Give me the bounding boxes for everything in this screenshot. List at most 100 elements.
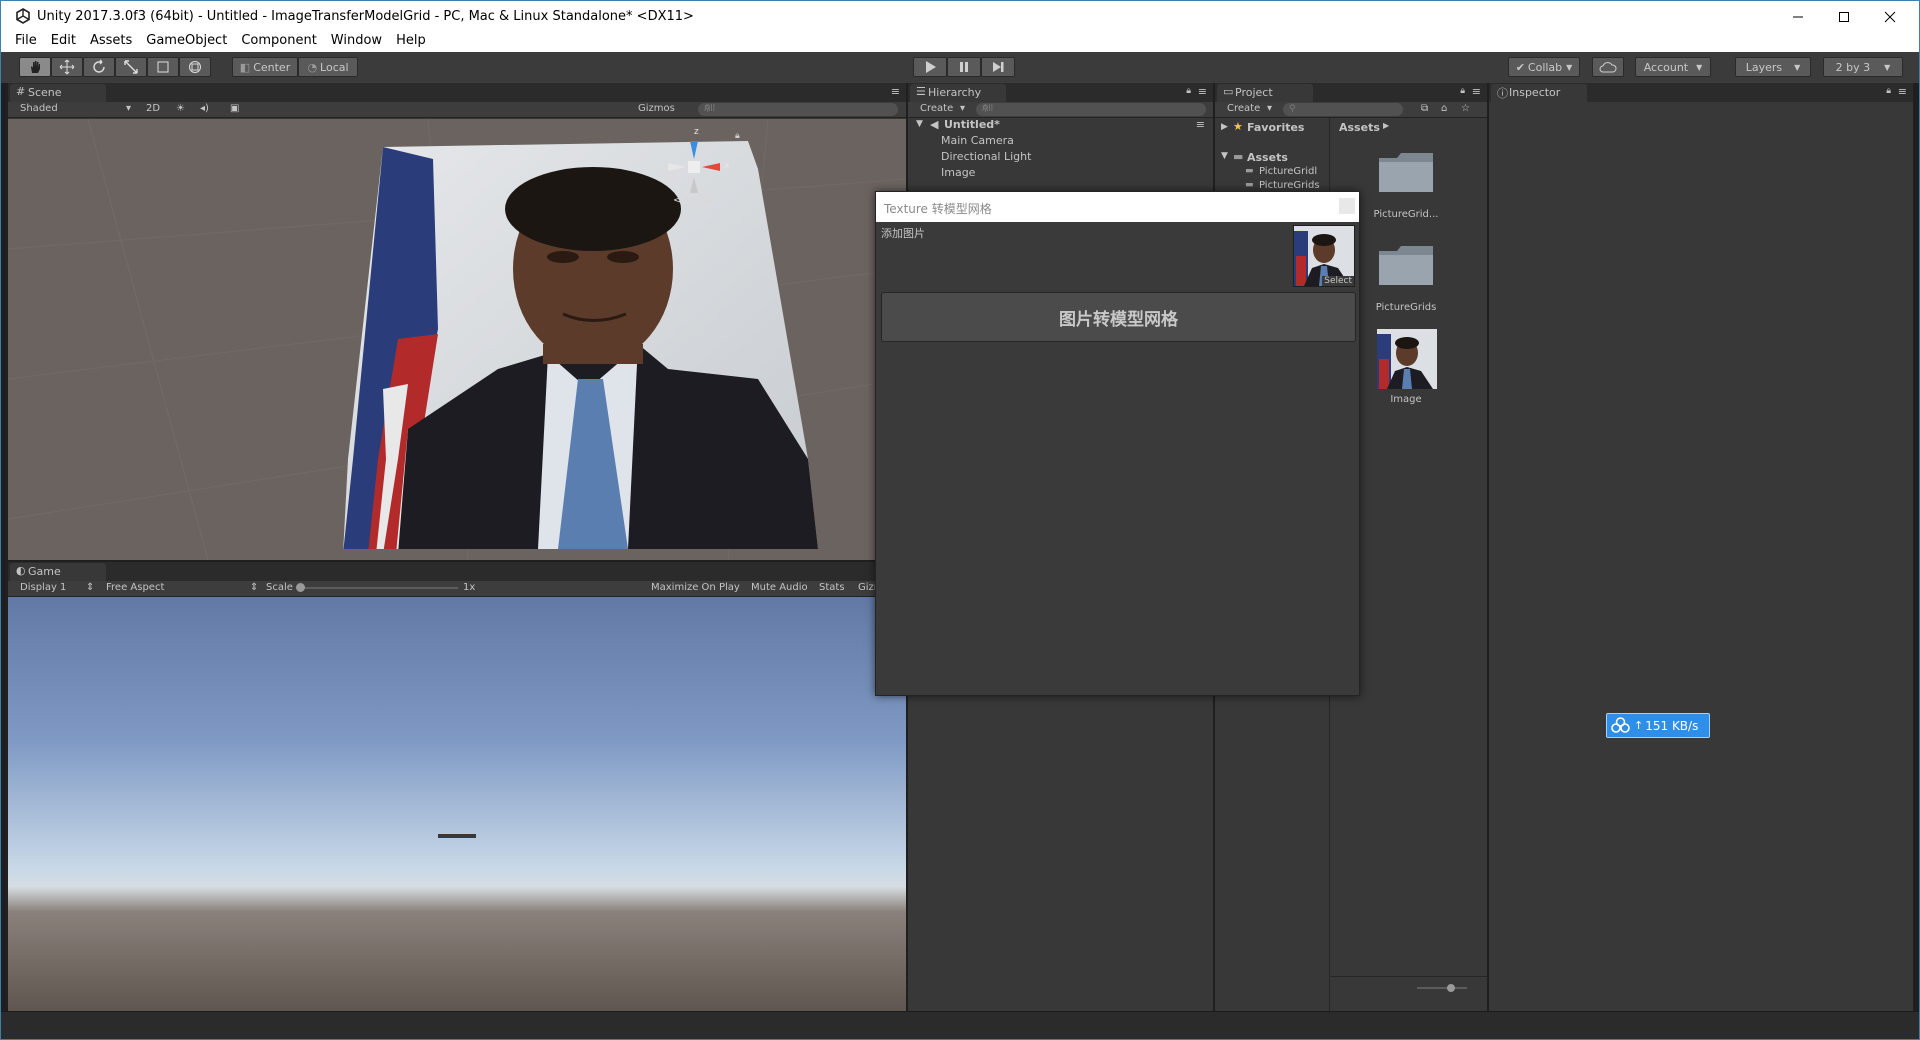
scale-slider-thumb[interactable] [296, 583, 305, 592]
tree-folder-item[interactable]: PictureGridl [1259, 166, 1317, 177]
tab-project[interactable]: ▭ Project [1217, 84, 1313, 102]
panel-menu-icon[interactable]: ≡ [1472, 85, 1481, 98]
scene-search-input[interactable]: ⚲ All [698, 103, 898, 116]
hierarchy-tab-row: ☰ Hierarchy 🔒︎ ≡ [908, 83, 1213, 102]
hand-tool-button[interactable] [19, 57, 51, 77]
breadcrumb[interactable]: Assets [1339, 121, 1380, 134]
lock-icon[interactable]: 🔒︎ [735, 131, 740, 141]
scene-grid-icon: # [16, 85, 26, 98]
hierarchy-item[interactable]: Image [941, 166, 975, 179]
pivot-space-toggle[interactable]: ◔ Local [298, 57, 358, 77]
play-button[interactable] [913, 57, 947, 77]
filter-type-icon[interactable]: ⧉ [1421, 103, 1428, 114]
lock-icon[interactable]: 🔒︎ [1186, 86, 1191, 96]
panel-menu-icon[interactable]: ≡ [891, 85, 900, 98]
move-tool-button[interactable] [51, 57, 83, 77]
image-mesh-plane[interactable] [338, 129, 858, 549]
scene-tab-row: # Scene ≡ [8, 83, 906, 102]
effects-toggle-icon[interactable]: ▣ [230, 103, 239, 114]
toggle-2d-button[interactable]: 2D [146, 103, 160, 114]
close-button[interactable] [1867, 1, 1913, 32]
menu-window[interactable]: Window [324, 32, 389, 52]
assets-tree-label[interactable]: Assets [1247, 151, 1288, 164]
lighting-toggle-icon[interactable]: ☀ [176, 103, 185, 114]
pause-button[interactable] [947, 57, 981, 77]
game-viewport[interactable] [8, 597, 906, 1011]
folder-icon[interactable] [1377, 150, 1435, 194]
tab-hierarchy[interactable]: ☰ Hierarchy [910, 84, 1006, 102]
maximize-on-play-toggle[interactable]: Maximize On Play [651, 582, 740, 593]
triangle-right-icon[interactable]: ▶ [1221, 122, 1228, 132]
project-search-input[interactable]: ⚲ [1283, 103, 1403, 116]
menu-component[interactable]: Component [234, 32, 323, 52]
chevron-right-icon: ▶ [1383, 121, 1390, 130]
cloud-button[interactable] [1592, 57, 1624, 77]
collab-dropdown[interactable]: ✔ Collab ▼ [1508, 57, 1580, 77]
transform-tool-button[interactable] [179, 57, 211, 77]
menu-help[interactable]: Help [389, 32, 433, 52]
filter-label-icon[interactable]: ⌂ [1441, 103, 1447, 114]
menu-edit[interactable]: Edit [44, 32, 83, 52]
dialog-close-button[interactable] [1339, 198, 1355, 214]
image-asset-thumbnail[interactable] [1377, 329, 1437, 389]
lock-icon[interactable]: 🔒︎ [1886, 86, 1891, 96]
triangle-down-icon[interactable]: ▼ [916, 119, 923, 129]
layers-label: Layers [1745, 60, 1783, 74]
step-button[interactable] [981, 57, 1015, 77]
hierarchy-create-dropdown[interactable]: Create [920, 103, 953, 114]
icon-size-slider[interactable] [1417, 984, 1467, 992]
gizmos-dropdown[interactable]: Gizmos [638, 103, 675, 114]
layout-dropdown[interactable]: 2 by 3 ▼ [1823, 57, 1903, 77]
scale-tool-button[interactable] [115, 57, 147, 77]
icon-size-thumb[interactable] [1447, 984, 1455, 992]
pivot-center-toggle[interactable]: ◧ Center [232, 57, 298, 77]
asset-label[interactable]: Image [1361, 394, 1451, 405]
dialog-title-bar[interactable]: Texture 转模型网格 [876, 192, 1359, 222]
scene-viewport[interactable]: z x 🔒︎ < Persp [8, 119, 906, 560]
aspect-dropdown[interactable]: Free Aspect [106, 582, 164, 593]
minimize-button[interactable] [1775, 1, 1821, 32]
texture-object-field[interactable]: Select [1293, 225, 1355, 287]
triangle-down-icon[interactable]: ▼ [1221, 151, 1228, 161]
hierarchy-item[interactable]: Directional Light [941, 150, 1031, 163]
rect-tool-button[interactable] [147, 57, 179, 77]
stats-toggle[interactable]: Stats [819, 582, 845, 593]
pivot-icon: ◧ [239, 60, 251, 74]
scene-menu-icon[interactable]: ≡ [1196, 118, 1205, 131]
favorite-star-icon[interactable]: ☆ [1461, 103, 1470, 114]
project-create-dropdown[interactable]: Create [1227, 103, 1260, 114]
hierarchy-search-input[interactable]: ⚲ All [976, 103, 1206, 116]
netspeed-badge[interactable]: ↑ 151 KB/s [1606, 713, 1710, 738]
scale-icon [124, 60, 138, 74]
asset-label[interactable]: PictureGrids [1361, 302, 1451, 313]
menu-file[interactable]: File [1, 32, 44, 52]
maximize-button[interactable] [1821, 1, 1867, 32]
hierarchy-scene-row[interactable]: ▼ ◀︎ Untitled* ≡ [908, 118, 1213, 133]
select-button[interactable]: Select [1322, 276, 1354, 286]
tab-inspector[interactable]: ⓘ Inspector [1491, 84, 1587, 102]
mute-audio-toggle[interactable]: Mute Audio [751, 582, 808, 593]
lock-icon[interactable]: 🔒︎ [1460, 86, 1465, 96]
convert-image-to-mesh-button[interactable]: 图片转模型网格 [881, 292, 1356, 342]
shading-mode-dropdown[interactable]: Shaded [20, 103, 58, 114]
rotate-tool-button[interactable] [83, 57, 115, 77]
folder-icon[interactable] [1377, 243, 1435, 287]
tree-folder-item[interactable]: PictureGrids [1259, 180, 1320, 191]
account-label: Account [1643, 60, 1689, 74]
favorites-label[interactable]: Favorites [1247, 121, 1304, 134]
audio-toggle-icon[interactable]: ◂) [200, 103, 209, 114]
layers-dropdown[interactable]: Layers ▼ [1735, 57, 1811, 77]
scale-slider[interactable] [296, 583, 458, 592]
asset-label[interactable]: PictureGrid... [1361, 209, 1451, 220]
tab-game[interactable]: ◐ Game [10, 563, 106, 581]
panel-menu-icon[interactable]: ≡ [1198, 85, 1207, 98]
menu-assets[interactable]: Assets [83, 32, 139, 52]
menu-gameobject[interactable]: GameObject [139, 32, 234, 52]
tab-scene[interactable]: # Scene [10, 84, 106, 102]
account-dropdown[interactable]: Account ▼ [1635, 57, 1711, 77]
hierarchy-item[interactable]: Main Camera [941, 134, 1014, 147]
perspective-label[interactable]: < Persp [673, 195, 712, 206]
hierarchy-control-bar: Create ▾ ⚲ All [908, 102, 1213, 118]
display-dropdown[interactable]: Display 1 [20, 582, 66, 593]
panel-menu-icon[interactable]: ≡ [1898, 85, 1907, 98]
